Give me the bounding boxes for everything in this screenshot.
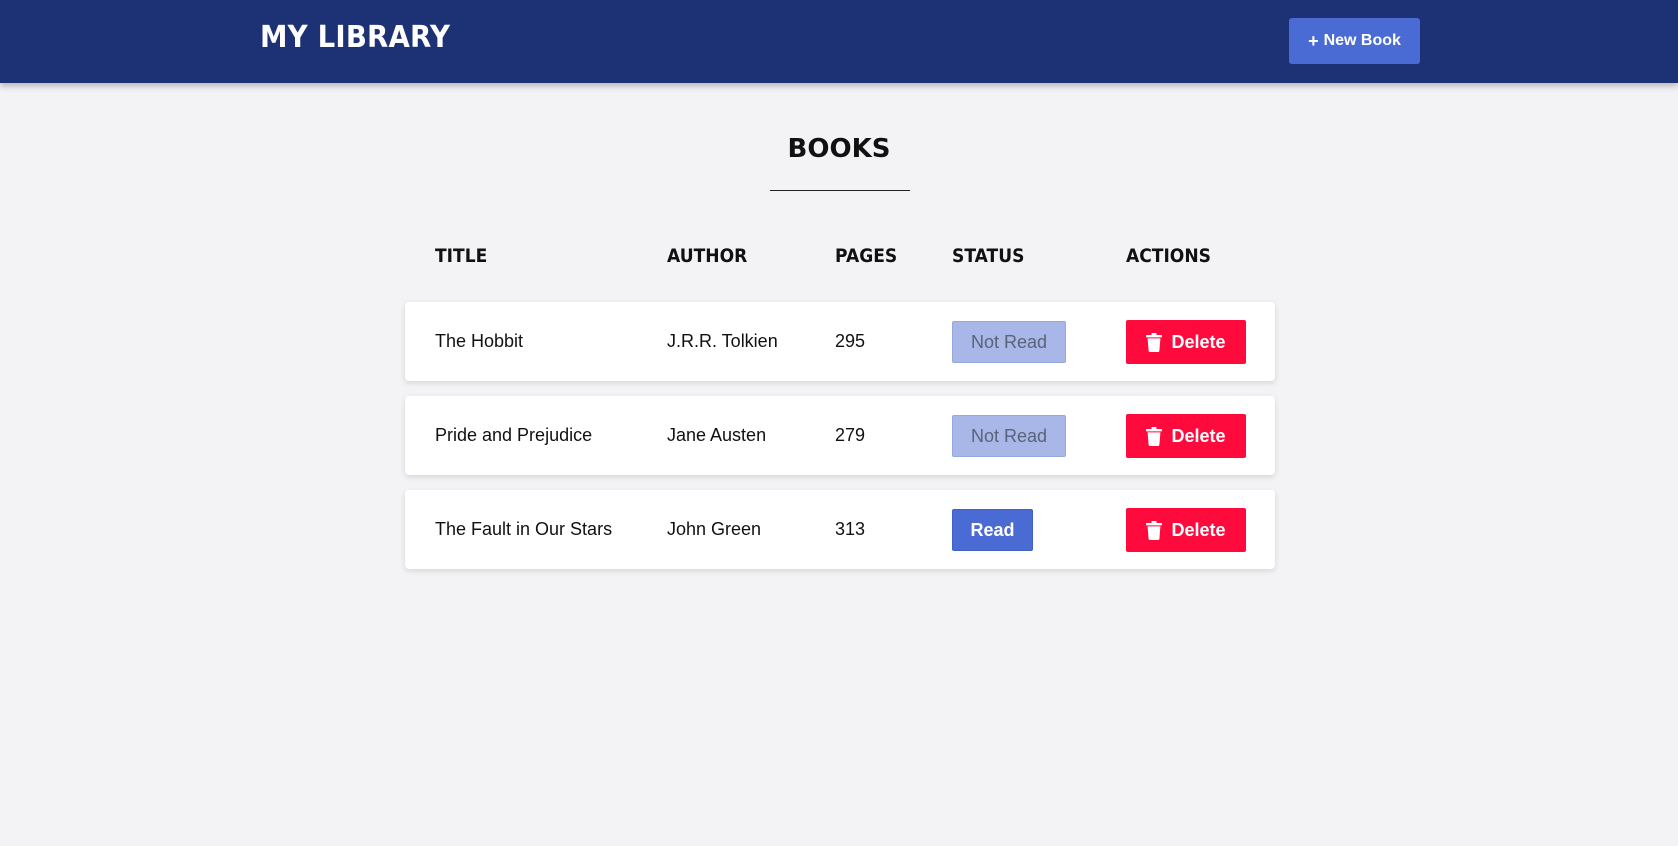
delete-button[interactable]: Delete [1126,414,1246,458]
table-row: The Fault in Our Stars John Green 313 Re… [405,490,1275,569]
status-toggle-button[interactable]: Read [952,509,1033,551]
title-divider [770,190,910,191]
delete-label: Delete [1171,425,1226,446]
column-header-pages: PAGES [835,245,898,267]
trash-icon [1146,426,1163,446]
delete-button[interactable]: Delete [1126,508,1246,552]
status-toggle-button[interactable]: Not Read [952,321,1066,363]
table-row: Pride and Prejudice Jane Austen 279 Not … [405,396,1275,475]
column-header-title: TITLE [435,245,488,267]
app-brand: MY LIBRARY [260,20,451,55]
book-pages: 313 [835,519,866,539]
delete-button[interactable]: Delete [1126,320,1246,364]
status-toggle-button[interactable]: Not Read [952,415,1066,457]
book-pages: 279 [835,425,866,445]
book-author: John Green [667,519,762,539]
book-author: Jane Austen [667,425,767,445]
trash-icon [1146,332,1163,352]
column-header-status: STATUS [952,245,1025,267]
plus-icon: + [1308,31,1319,51]
new-book-button[interactable]: + New Book [1289,18,1420,64]
trash-icon [1146,520,1163,540]
delete-label: Delete [1171,331,1226,352]
book-author: J.R.R. Tolkien [667,331,778,351]
table-row: The Hobbit J.R.R. Tolkien 295 Not Read D… [405,302,1275,381]
book-title: The Fault in Our Stars [435,519,613,539]
delete-label: Delete [1171,519,1226,540]
book-title: Pride and Prejudice [435,425,593,445]
top-navbar: MY LIBRARY + New Book [0,0,1678,83]
book-title: The Hobbit [435,331,524,351]
new-book-label: New Book [1323,32,1401,49]
page-title: BOOKS [787,134,891,164]
book-pages: 295 [835,331,866,351]
column-header-author: AUTHOR [667,245,748,267]
column-header-actions: ACTIONS [1126,245,1211,267]
